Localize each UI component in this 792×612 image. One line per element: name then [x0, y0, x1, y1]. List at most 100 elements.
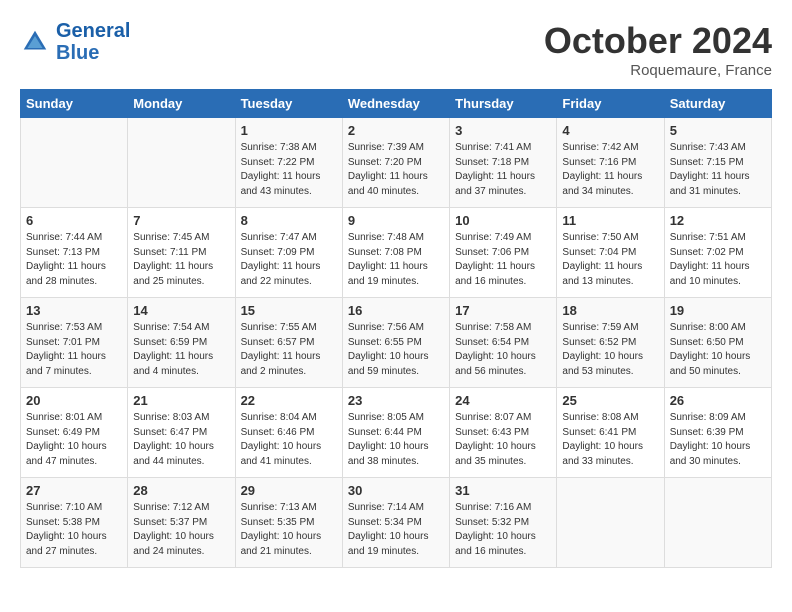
month-title: October 2024 [544, 20, 772, 62]
day-detail: Sunrise: 7:43 AM Sunset: 7:15 PM Dayligh… [670, 141, 766, 199]
day-number: 8 [241, 213, 337, 228]
day-detail: Sunrise: 7:44 AM Sunset: 7:13 PM Dayligh… [26, 231, 122, 289]
day-number: 25 [562, 393, 658, 408]
day-detail: Sunrise: 7:53 AM Sunset: 7:01 PM Dayligh… [26, 321, 122, 379]
day-number: 30 [348, 483, 444, 498]
day-number: 7 [133, 213, 229, 228]
day-cell: 28 Sunrise: 7:12 AM Sunset: 5:37 PM Dayli… [128, 478, 235, 568]
day-detail: Sunrise: 8:09 AM Sunset: 6:39 PM Dayligh… [670, 411, 766, 469]
day-cell [128, 118, 235, 208]
day-detail: Sunrise: 8:00 AM Sunset: 6:50 PM Dayligh… [670, 321, 766, 379]
day-detail: Sunrise: 8:05 AM Sunset: 6:44 PM Dayligh… [348, 411, 444, 469]
day-detail: Sunrise: 7:12 AM Sunset: 5:37 PM Dayligh… [133, 501, 229, 559]
logo-line1: General [56, 20, 130, 42]
day-number: 23 [348, 393, 444, 408]
day-cell: 14Sunrise: 7:54 AM Sunset: 6:59 PM Dayli… [128, 298, 235, 388]
day-cell: 31 Sunrise: 7:16 AM Sunset: 5:32 PM Dayli… [450, 478, 557, 568]
day-cell: 11 Sunrise: 7:50 AM Sunset: 7:04 PM Dayli… [557, 208, 664, 298]
day-detail: Sunrise: 7:42 AM Sunset: 7:16 PM Dayligh… [562, 141, 658, 199]
col-wednesday: Wednesday [342, 90, 449, 118]
logo-text: General Blue [56, 20, 130, 64]
day-cell [21, 118, 128, 208]
day-cell: 7 Sunrise: 7:45 AM Sunset: 7:11 PM Daylig… [128, 208, 235, 298]
day-detail: Sunrise: 7:16 AM Sunset: 5:32 PM Dayligh… [455, 501, 551, 559]
logo: General Blue [20, 20, 130, 64]
day-number: 22 [241, 393, 337, 408]
week-row-3: 13 Sunrise: 7:53 AM Sunset: 7:01 PM Dayli… [21, 298, 772, 388]
day-cell: 27 Sunrise: 7:10 AM Sunset: 5:38 PM Dayli… [21, 478, 128, 568]
calendar-header: Sunday Monday Tuesday Wednesday Thursday… [21, 90, 772, 118]
day-number: 27 [26, 483, 122, 498]
day-number: 14 [133, 303, 229, 318]
day-cell: 4Sunrise: 7:42 AM Sunset: 7:16 PM Daylig… [557, 118, 664, 208]
day-detail: Sunrise: 7:51 AM Sunset: 7:02 PM Dayligh… [670, 231, 766, 289]
day-number: 24 [455, 393, 551, 408]
day-number: 11 [562, 213, 658, 228]
day-cell: 5Sunrise: 7:43 AM Sunset: 7:15 PM Daylig… [664, 118, 771, 208]
col-monday: Monday [128, 90, 235, 118]
day-number: 20 [26, 393, 122, 408]
day-cell: 9 Sunrise: 7:48 AM Sunset: 7:08 PM Daylig… [342, 208, 449, 298]
day-cell: 21Sunrise: 8:03 AM Sunset: 6:47 PM Dayli… [128, 388, 235, 478]
day-number: 15 [241, 303, 337, 318]
day-detail: Sunrise: 7:59 AM Sunset: 6:52 PM Dayligh… [562, 321, 658, 379]
day-cell: 18 Sunrise: 7:59 AM Sunset: 6:52 PM Dayli… [557, 298, 664, 388]
logo-line2: Blue [56, 42, 130, 64]
day-number: 21 [133, 393, 229, 408]
logo-icon [20, 27, 50, 57]
day-cell: 6 Sunrise: 7:44 AM Sunset: 7:13 PM Daylig… [21, 208, 128, 298]
day-number: 26 [670, 393, 766, 408]
day-detail: Sunrise: 7:50 AM Sunset: 7:04 PM Dayligh… [562, 231, 658, 289]
day-detail: Sunrise: 7:58 AM Sunset: 6:54 PM Dayligh… [455, 321, 551, 379]
day-number: 13 [26, 303, 122, 318]
day-cell: 3Sunrise: 7:41 AM Sunset: 7:18 PM Daylig… [450, 118, 557, 208]
week-row-2: 6 Sunrise: 7:44 AM Sunset: 7:13 PM Daylig… [21, 208, 772, 298]
day-number: 17 [455, 303, 551, 318]
location: Roquemaure, France [544, 62, 772, 79]
day-number: 18 [562, 303, 658, 318]
day-cell [557, 478, 664, 568]
day-detail: Sunrise: 7:49 AM Sunset: 7:06 PM Dayligh… [455, 231, 551, 289]
day-detail: Sunrise: 7:10 AM Sunset: 5:38 PM Dayligh… [26, 501, 122, 559]
day-detail: Sunrise: 7:38 AM Sunset: 7:22 PM Dayligh… [241, 141, 337, 199]
day-cell: 23 Sunrise: 8:05 AM Sunset: 6:44 PM Dayli… [342, 388, 449, 478]
day-detail: Sunrise: 7:39 AM Sunset: 7:20 PM Dayligh… [348, 141, 444, 199]
day-number: 12 [670, 213, 766, 228]
day-cell: 1 Sunrise: 7:38 AM Sunset: 7:22 PM Daylig… [235, 118, 342, 208]
col-friday: Friday [557, 90, 664, 118]
day-number: 1 [241, 123, 337, 138]
day-cell: 26 Sunrise: 8:09 AM Sunset: 6:39 PM Dayli… [664, 388, 771, 478]
week-row-1: 1 Sunrise: 7:38 AM Sunset: 7:22 PM Daylig… [21, 118, 772, 208]
day-cell: 16 Sunrise: 7:56 AM Sunset: 6:55 PM Dayli… [342, 298, 449, 388]
col-saturday: Saturday [664, 90, 771, 118]
day-number: 31 [455, 483, 551, 498]
col-tuesday: Tuesday [235, 90, 342, 118]
calendar-body: 1 Sunrise: 7:38 AM Sunset: 7:22 PM Daylig… [21, 118, 772, 568]
day-cell: 17 Sunrise: 7:58 AM Sunset: 6:54 PM Dayli… [450, 298, 557, 388]
calendar-table: Sunday Monday Tuesday Wednesday Thursday… [20, 89, 772, 568]
day-cell: 12 Sunrise: 7:51 AM Sunset: 7:02 PM Dayli… [664, 208, 771, 298]
day-detail: Sunrise: 8:01 AM Sunset: 6:49 PM Dayligh… [26, 411, 122, 469]
day-cell: 8 Sunrise: 7:47 AM Sunset: 7:09 PM Daylig… [235, 208, 342, 298]
day-number: 28 [133, 483, 229, 498]
day-cell: 20 Sunrise: 8:01 AM Sunset: 6:49 PM Dayli… [21, 388, 128, 478]
day-detail: Sunrise: 7:56 AM Sunset: 6:55 PM Dayligh… [348, 321, 444, 379]
day-number: 6 [26, 213, 122, 228]
day-number: 10 [455, 213, 551, 228]
day-number: 29 [241, 483, 337, 498]
day-detail: Sunrise: 7:48 AM Sunset: 7:08 PM Dayligh… [348, 231, 444, 289]
day-cell: 25Sunrise: 8:08 AM Sunset: 6:41 PM Dayli… [557, 388, 664, 478]
day-number: 16 [348, 303, 444, 318]
col-sunday: Sunday [21, 90, 128, 118]
day-cell: 19 Sunrise: 8:00 AM Sunset: 6:50 PM Dayli… [664, 298, 771, 388]
day-detail: Sunrise: 8:07 AM Sunset: 6:43 PM Dayligh… [455, 411, 551, 469]
day-number: 9 [348, 213, 444, 228]
day-detail: Sunrise: 7:47 AM Sunset: 7:09 PM Dayligh… [241, 231, 337, 289]
day-cell [664, 478, 771, 568]
day-cell: 29 Sunrise: 7:13 AM Sunset: 5:35 PM Dayli… [235, 478, 342, 568]
day-number: 19 [670, 303, 766, 318]
day-detail: Sunrise: 7:45 AM Sunset: 7:11 PM Dayligh… [133, 231, 229, 289]
day-cell: 15Sunrise: 7:55 AM Sunset: 6:57 PM Dayli… [235, 298, 342, 388]
day-cell: 22Sunrise: 8:04 AM Sunset: 6:46 PM Dayli… [235, 388, 342, 478]
day-detail: Sunrise: 7:13 AM Sunset: 5:35 PM Dayligh… [241, 501, 337, 559]
